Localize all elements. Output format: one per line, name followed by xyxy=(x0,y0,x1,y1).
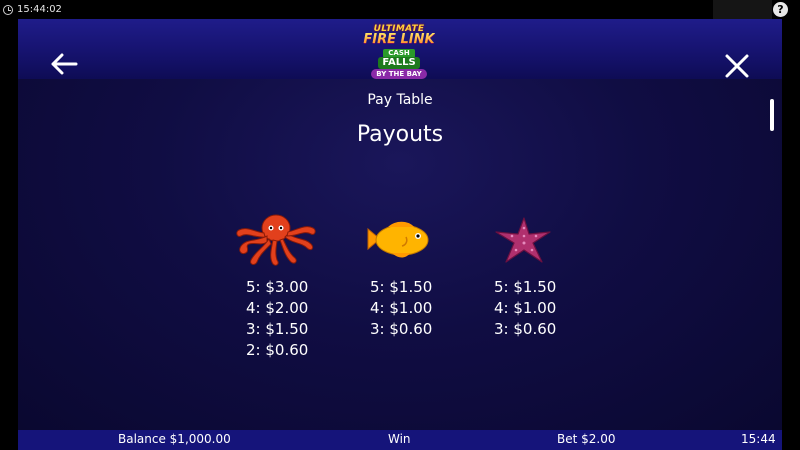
status-bar: 15:44:02 ? xyxy=(0,0,800,19)
payout-list-octopus: 5: $3.00 4: $2.00 3: $1.50 2: $0.60 xyxy=(246,277,308,361)
status-bar-block xyxy=(713,0,772,19)
clock-icon xyxy=(3,4,13,15)
octopus-icon xyxy=(236,214,316,266)
section-label: Pay Table xyxy=(367,92,433,108)
payout-row: 2: $0.60 xyxy=(246,341,309,359)
footer-edge-left xyxy=(0,430,18,450)
logo-line-2: FIRE LINK xyxy=(363,32,435,47)
payout-row: 3: $1.50 xyxy=(246,320,309,338)
payout-row: 3: $0.60 xyxy=(494,320,557,338)
logo-line-4: FALLS xyxy=(378,57,420,69)
game-logo: ULTIMATE FIRE LINK FIRE LINK CASH FALLS … xyxy=(361,22,437,80)
payout-row: 5: $1.50 xyxy=(370,278,433,296)
arrow-left-icon[interactable] xyxy=(50,53,78,75)
page-title: Payouts xyxy=(356,122,444,147)
footer-clock: 15:44 xyxy=(741,432,776,446)
logo-line-5: BY THE BAY xyxy=(371,69,427,79)
balance-label: Balance $1,000.00 xyxy=(118,432,231,446)
win-label: Win xyxy=(388,432,411,446)
game-frame: ULTIMATE FIRE LINK FIRE LINK CASH FALLS … xyxy=(18,19,782,430)
starfish-icon xyxy=(495,217,551,263)
bet-label: Bet $2.00 xyxy=(557,432,616,446)
payout-list-starfish: 5: $1.50 4: $1.00 3: $0.60 xyxy=(494,277,556,340)
close-icon[interactable] xyxy=(724,53,750,79)
payout-list-fish: 5: $1.50 4: $1.00 3: $0.60 xyxy=(370,277,432,340)
payout-row: 3: $0.60 xyxy=(370,320,433,338)
payout-row: 4: $2.00 xyxy=(246,299,309,317)
footer-edge-right xyxy=(782,430,800,450)
header-bar: ULTIMATE FIRE LINK FIRE LINK CASH FALLS … xyxy=(18,19,782,79)
system-time: 15:44:02 xyxy=(17,4,62,15)
payout-row: 5: $1.50 xyxy=(494,278,557,296)
system-clock: 15:44:02 xyxy=(3,2,62,17)
payout-row: 4: $1.00 xyxy=(370,299,433,317)
payout-row: 4: $1.00 xyxy=(494,299,557,317)
help-icon[interactable]: ? xyxy=(773,2,788,17)
fish-icon xyxy=(367,221,429,258)
payout-row: 5: $3.00 xyxy=(246,278,309,296)
footer-bar: Balance $1,000.00 Win Bet $2.00 15:44 xyxy=(18,430,782,450)
